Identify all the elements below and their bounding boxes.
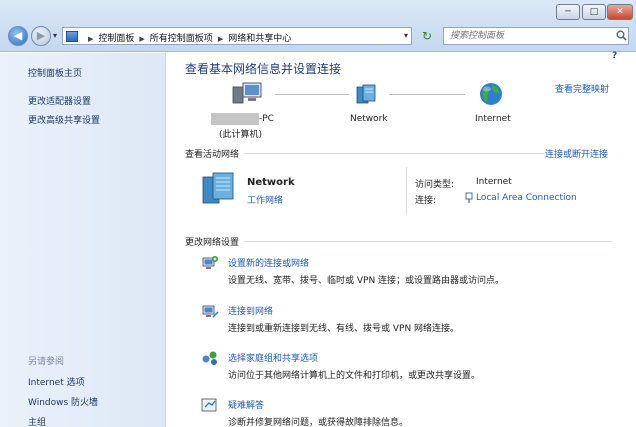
main-content: 查看基本网络信息并设置连接 查看完整映射 -PC (此计算机) Network … [167,53,636,427]
task-setup-connection-desc: 设置无线、宽带、拨号、临时或 VPN 连接；或设置路由器或访问点。 [228,276,505,286]
breadcrumb-network-center[interactable]: 网络和共享中心 [228,34,291,44]
breadcrumb-separator[interactable]: ▶ [139,35,144,43]
active-network-name: Network [247,177,295,188]
task-setup-connection-link[interactable]: 设置新的连接或网络 [228,256,309,269]
breadcrumb-all-items[interactable]: 所有控制面板项 [150,34,213,44]
internet-map-label: Internet [475,114,511,124]
sidebar-item-adapter-settings[interactable]: 更改适配器设置 [28,94,91,107]
section-divider [244,241,612,242]
breadcrumb-separator[interactable]: ▶ [218,35,223,43]
task-connect-network-link[interactable]: 连接到网络 [228,304,273,317]
active-networks-heading: 查看活动网络 [185,150,240,160]
address-bar[interactable]: ▶ 控制面板 ▶ 所有控制面板项 ▶ 网络和共享中心 [62,27,412,45]
access-type-value: Internet [476,177,512,187]
back-button[interactable]: ◀ [8,26,28,46]
breadcrumb-separator[interactable]: ▶ [88,35,93,43]
sidebar-item-advanced-sharing[interactable]: 更改高级共享设置 [28,113,100,126]
network-type-link[interactable]: 工作网络 [247,193,283,206]
network-map-label: Network [350,114,388,124]
active-network-icon [202,172,234,204]
redacted-computer-name [211,113,259,125]
search-icon[interactable] [616,30,627,41]
connect-network-icon [202,305,219,318]
network-icon[interactable] [355,83,379,105]
close-button[interactable]: ✕ [607,4,633,20]
this-computer-label: (此计算机) [219,130,263,140]
see-also-heading: 另请参阅 [28,357,65,367]
refresh-button[interactable]: ↻ [418,28,436,44]
section-divider [244,153,544,154]
troubleshoot-icon [201,398,217,412]
see-also-windows-firewall[interactable]: Windows 防火墙 [28,395,98,408]
ethernet-icon [465,192,473,203]
connections-label: 连接: [415,196,437,206]
search-input[interactable] [444,28,614,44]
page-title: 查看基本网络信息并设置连接 [185,62,342,76]
new-connection-icon [202,256,218,269]
computer-name-label: -PC [259,114,274,124]
breadcrumb-control-panel[interactable]: 控制面板 [98,34,134,44]
sidebar: 控制面板主页 更改适配器设置 更改高级共享设置 另请参阅 Internet 选项… [0,53,166,427]
task-troubleshoot-desc: 诊断并修复网络问题，或获得故障排除信息。 [228,418,409,427]
minimize-button[interactable]: ─ [556,4,580,20]
search-box[interactable] [443,27,629,45]
map-link-network-internet [389,94,465,95]
address-dropdown-icon[interactable]: ▾ [404,31,408,40]
recent-pages-dropdown[interactable]: ▾ [53,31,57,40]
breadcrumb: ▶ 控制面板 ▶ 所有控制面板项 ▶ 网络和共享中心 [83,31,291,44]
task-troubleshoot-link[interactable]: 疑难解答 [228,398,264,411]
map-link-computer-network [275,94,349,95]
computer-icon [232,82,262,104]
change-settings-heading: 更改网络设置 [185,238,240,248]
title-address-bar: ─ □ ✕ ◀ ▶ ▾ ▶控制面板▶所有控制面板项▶网络和共享中心 ▾ ↻ ? [0,0,636,61]
task-homegroup-link[interactable]: 选择家庭组和共享选项 [228,351,318,364]
maximize-button[interactable]: □ [582,4,606,20]
vertical-divider [406,167,407,215]
see-also-internet-options[interactable]: Internet 选项 [28,375,85,388]
local-area-connection-link[interactable]: Local Area Connection [476,193,577,203]
view-full-map-link[interactable]: 查看完整映射 [555,82,609,95]
task-connect-network-desc: 连接到或重新连接到无线、有线、拨号或 VPN 网络连接。 [228,324,460,334]
connect-disconnect-link[interactable]: 连接或断开连接 [545,147,608,160]
homegroup-sharing-icon [202,351,217,365]
access-type-label: 访问类型: [415,180,455,190]
control-panel-icon [66,31,78,42]
refresh-icon: ↻ [421,29,433,43]
internet-globe-icon[interactable] [478,81,504,107]
forward-arrow-icon: ▶ [36,29,46,42]
back-arrow-icon: ◀ [13,29,23,42]
see-also-homegroup[interactable]: 主组 [28,415,46,427]
task-homegroup-desc: 访问位于其他网络计算机上的文件和打印机，或更改共享设置。 [228,371,481,381]
network-sharing-center-window: ─ □ ✕ ◀ ▶ ▾ ▶控制面板▶所有控制面板项▶网络和共享中心 ▾ ↻ ? … [0,0,636,427]
forward-button[interactable]: ▶ [31,26,51,46]
sidebar-item-control-panel-home[interactable]: 控制面板主页 [28,66,82,79]
